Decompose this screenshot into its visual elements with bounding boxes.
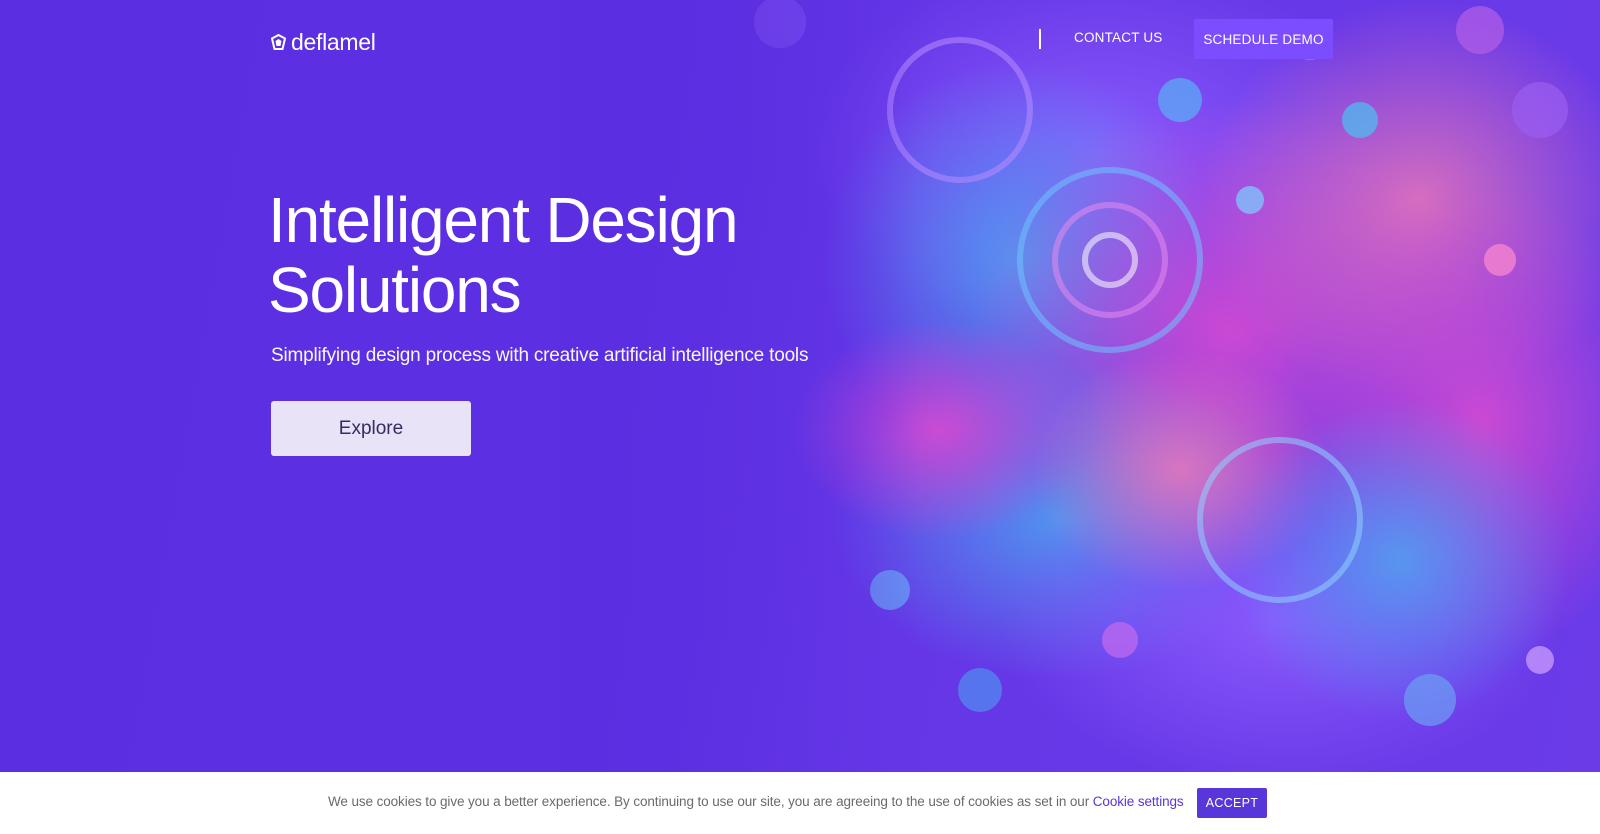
abstract-fluid-artwork — [560, 0, 1600, 772]
hero-title-line-1: Intelligent Design — [268, 184, 739, 256]
schedule-demo-button[interactable]: SCHEDULE DEMO — [1194, 19, 1333, 59]
deflamel-logo[interactable]: deflamel — [271, 28, 376, 56]
contact-us-link[interactable]: CONTACT US — [1074, 30, 1163, 48]
hero-title-line-2: Solutions — [268, 254, 522, 326]
hero-section: deflamel CONTACT US SCHEDULE DEMO Intell… — [0, 0, 1600, 772]
accept-cookies-button[interactable]: ACCEPT — [1197, 788, 1267, 818]
hero-subtitle: Simplifying design process with creative… — [271, 345, 809, 366]
logo-text: deflamel — [291, 28, 376, 55]
deflamel-logo-icon — [271, 33, 286, 50]
cookie-settings-link[interactable]: Cookie settings — [1093, 794, 1184, 809]
cookie-message: We use cookies to give you a better expe… — [328, 794, 1184, 809]
nav-divider — [1039, 29, 1041, 49]
cookie-banner: We use cookies to give you a better expe… — [0, 772, 1600, 834]
explore-button[interactable]: Explore — [271, 401, 471, 456]
cookie-message-text: We use cookies to give you a better expe… — [328, 794, 1090, 809]
hero-title: Intelligent Design Solutions — [268, 185, 888, 325]
